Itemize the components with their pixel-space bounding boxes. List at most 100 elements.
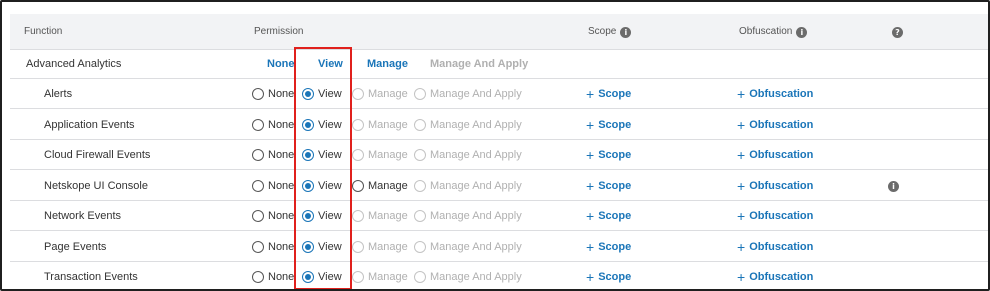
radio-button[interactable] xyxy=(352,271,364,283)
permission-option-view[interactable]: View xyxy=(302,262,342,289)
radio-button[interactable] xyxy=(414,179,426,192)
permission-option-manage[interactable]: Manage xyxy=(352,262,408,289)
radio-label: View xyxy=(318,271,342,283)
help-icon[interactable]: ? xyxy=(892,27,903,38)
plus-icon: + xyxy=(586,147,595,163)
header-obfuscation-label: Obfuscation xyxy=(739,26,793,37)
permission-option-none[interactable]: None xyxy=(252,262,294,289)
radio-button[interactable] xyxy=(352,118,364,131)
radio-label: Manage And Apply xyxy=(430,179,522,192)
permission-option-manage-apply[interactable]: Manage And Apply xyxy=(414,110,522,140)
radio-button[interactable] xyxy=(414,149,426,161)
permission-option-manage[interactable]: Manage xyxy=(352,232,408,262)
obfuscation-info-icon[interactable]: i xyxy=(796,27,808,38)
permission-option-view[interactable]: View xyxy=(302,171,342,201)
radio-button[interactable] xyxy=(252,271,264,283)
radio-label: Manage xyxy=(368,179,408,192)
radio-button[interactable] xyxy=(252,210,264,222)
add-obfuscation-button[interactable]: + Obfuscation xyxy=(737,232,813,262)
permission-option-none[interactable]: None xyxy=(252,79,294,109)
table-row: Cloud Firewall Events None View Manage Manag… xyxy=(10,140,988,170)
table-row: Network Events None View Manage Manage And A… xyxy=(10,201,988,231)
permission-option-manage[interactable]: Manage xyxy=(352,140,408,170)
plus-icon: + xyxy=(737,116,746,133)
permission-option-view[interactable]: View xyxy=(302,140,342,170)
row-info-icon[interactable]: i xyxy=(888,180,899,192)
obfuscation-label: Obfuscation xyxy=(749,118,814,131)
permission-option-none[interactable]: None xyxy=(252,140,294,170)
radio-button[interactable] xyxy=(414,271,426,283)
radio-button[interactable] xyxy=(302,88,314,100)
group-set-manage[interactable]: Manage xyxy=(367,49,408,79)
permission-option-none[interactable]: None xyxy=(252,171,294,201)
add-obfuscation-button[interactable]: + Obfuscation xyxy=(737,201,813,231)
group-set-none[interactable]: None xyxy=(267,49,295,79)
plus-icon: + xyxy=(586,269,595,285)
plus-icon: + xyxy=(586,177,595,194)
radio-button[interactable] xyxy=(352,88,364,100)
permission-option-manage-apply[interactable]: Manage And Apply xyxy=(414,79,522,109)
add-scope-button[interactable]: + Scope xyxy=(586,262,631,289)
permission-option-view[interactable]: View xyxy=(302,110,342,140)
radio-button[interactable] xyxy=(302,271,314,283)
group-name: Advanced Analytics xyxy=(26,58,122,70)
permission-option-manage-apply[interactable]: Manage And Apply xyxy=(414,140,522,170)
add-obfuscation-button[interactable]: + Obfuscation xyxy=(737,79,813,109)
permission-option-none[interactable]: None xyxy=(252,201,294,231)
radio-button[interactable] xyxy=(302,210,314,222)
radio-button[interactable] xyxy=(352,179,364,192)
group-set-manage-and-apply[interactable]: Manage And Apply xyxy=(430,49,528,79)
permission-option-manage[interactable]: Manage xyxy=(352,79,408,109)
function-name: Page Events xyxy=(44,240,107,253)
radio-button[interactable] xyxy=(414,210,426,222)
add-obfuscation-button[interactable]: + Obfuscation xyxy=(737,110,813,140)
add-obfuscation-button[interactable]: + Obfuscation xyxy=(737,262,813,289)
permission-option-manage-apply[interactable]: Manage And Apply xyxy=(414,201,522,231)
add-scope-button[interactable]: + Scope xyxy=(586,79,631,109)
permission-option-manage[interactable]: Manage xyxy=(352,110,408,140)
radio-button[interactable] xyxy=(352,149,364,161)
radio-label: None xyxy=(268,118,295,131)
plus-icon: + xyxy=(586,238,595,255)
permission-option-manage-apply[interactable]: Manage And Apply xyxy=(414,232,522,262)
radio-button[interactable] xyxy=(414,240,426,253)
radio-button[interactable] xyxy=(252,179,264,192)
add-obfuscation-button[interactable]: + Obfuscation xyxy=(737,171,813,201)
radio-button[interactable] xyxy=(252,149,264,161)
radio-button[interactable] xyxy=(352,240,364,253)
permission-option-view[interactable]: View xyxy=(302,201,342,231)
add-scope-button[interactable]: + Scope xyxy=(586,201,631,231)
radio-button[interactable] xyxy=(252,240,264,253)
radio-button[interactable] xyxy=(414,118,426,131)
radio-button[interactable] xyxy=(302,179,314,192)
add-scope-button[interactable]: + Scope xyxy=(586,140,631,170)
permission-option-none[interactable]: None xyxy=(252,110,294,140)
radio-label: None xyxy=(268,179,295,192)
add-scope-button[interactable]: + Scope xyxy=(586,110,631,140)
group-set-view[interactable]: View xyxy=(318,49,343,79)
scope-info-icon[interactable]: i xyxy=(620,27,632,38)
add-scope-button[interactable]: + Scope xyxy=(586,232,631,262)
header-scope-label: Scope xyxy=(588,26,617,37)
permission-option-none[interactable]: None xyxy=(252,232,294,262)
radio-button[interactable] xyxy=(252,118,264,131)
permission-option-manage-apply[interactable]: Manage And Apply xyxy=(414,262,522,289)
permission-option-manage[interactable]: Manage xyxy=(352,201,408,231)
obfuscation-label: Obfuscation xyxy=(749,149,814,161)
permission-option-view[interactable]: View xyxy=(302,232,342,262)
radio-button[interactable] xyxy=(302,149,314,161)
radio-label: None xyxy=(268,240,295,253)
add-scope-button[interactable]: + Scope xyxy=(586,171,631,201)
radio-button[interactable] xyxy=(252,88,264,100)
radio-button[interactable] xyxy=(352,210,364,222)
function-name: Application Events xyxy=(44,118,135,131)
scope-label: Scope xyxy=(598,210,632,222)
permission-option-view[interactable]: View xyxy=(302,79,342,109)
add-obfuscation-button[interactable]: + Obfuscation xyxy=(737,140,813,170)
radio-button[interactable] xyxy=(414,88,426,100)
permission-option-manage-apply[interactable]: Manage And Apply xyxy=(414,171,522,201)
radio-button[interactable] xyxy=(302,118,314,131)
plus-icon: + xyxy=(586,86,595,102)
radio-button[interactable] xyxy=(302,240,314,253)
permission-option-manage[interactable]: Manage xyxy=(352,171,408,201)
